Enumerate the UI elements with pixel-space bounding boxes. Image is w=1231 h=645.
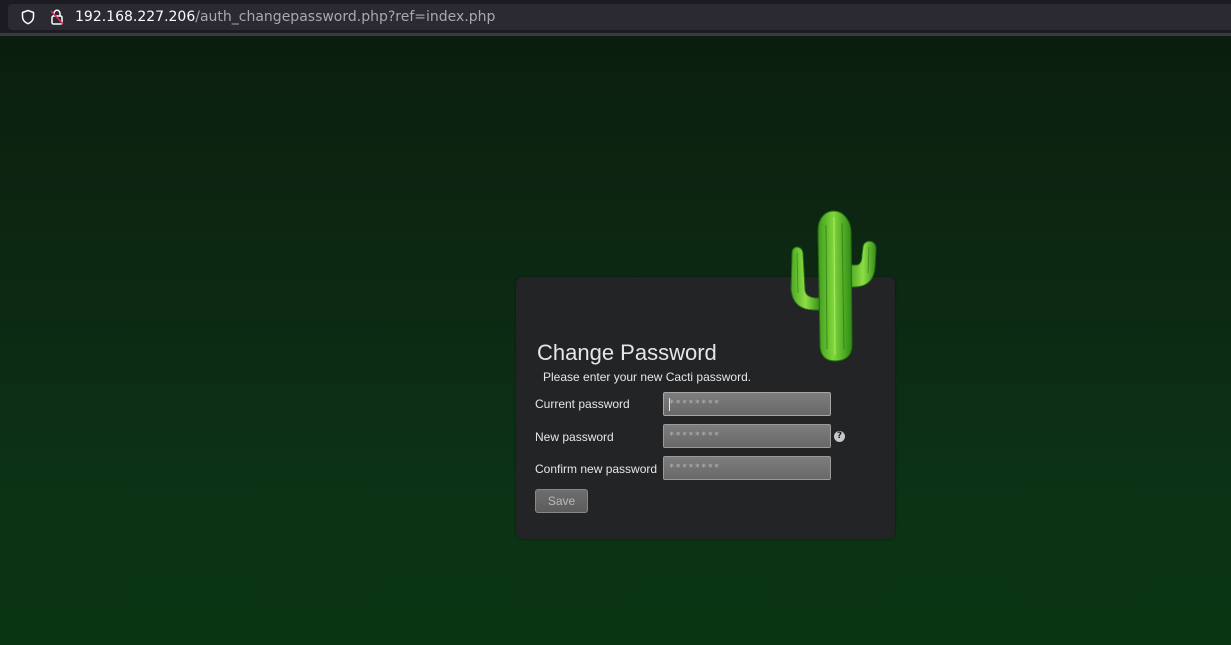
address-bar[interactable]: 192.168.227.206/auth_changepassword.php?… [8, 4, 1231, 30]
browser-toolbar: 192.168.227.206/auth_changepassword.php?… [0, 0, 1231, 36]
current-password-field[interactable] [663, 392, 831, 416]
url-path: /auth_changepassword.php?ref=index.php [195, 9, 496, 25]
text-caret [669, 398, 670, 411]
page-title: Change Password [537, 340, 717, 365]
help-icon[interactable]: ? [834, 431, 845, 442]
url-text[interactable]: 192.168.227.206/auth_changepassword.php?… [75, 8, 495, 26]
url-host: 192.168.227.206 [75, 9, 196, 25]
shield-icon[interactable] [20, 9, 36, 25]
lock-icon[interactable] [49, 8, 65, 26]
confirm-password-field[interactable] [663, 456, 831, 480]
confirm-password-label: Confirm new password [535, 462, 658, 476]
new-password-label: New password [535, 430, 614, 444]
current-password-label: Current password [535, 397, 630, 411]
new-password-field[interactable] [663, 424, 831, 448]
cactus-logo [790, 210, 877, 362]
page-subtitle: Please enter your new Cacti password. [543, 370, 752, 384]
save-button[interactable]: Save [535, 489, 588, 513]
